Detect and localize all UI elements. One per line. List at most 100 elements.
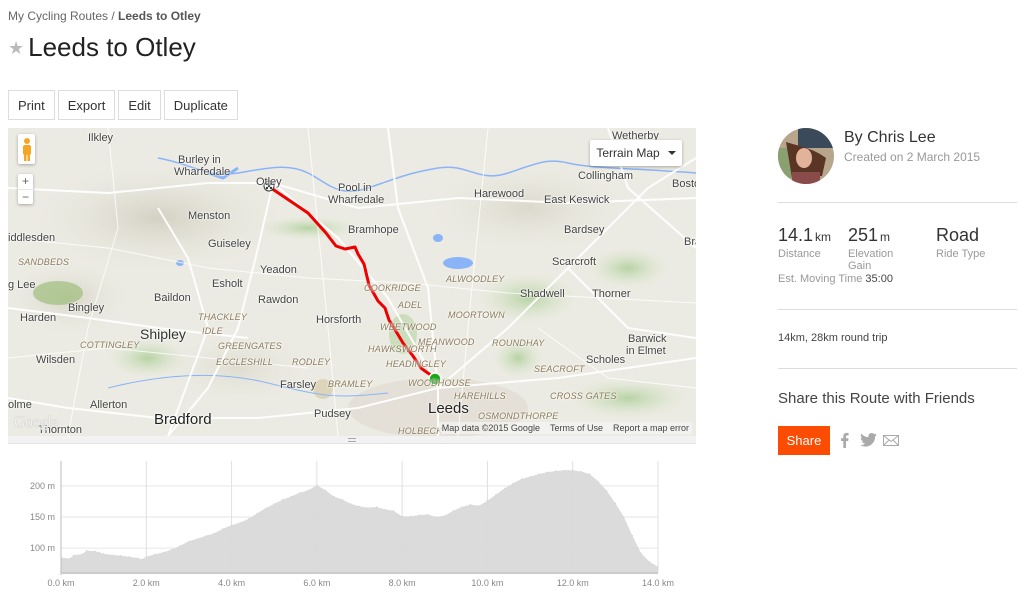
x-tick-label: 4.0 km [218,578,245,588]
map-place-label: Allerton [90,399,128,411]
elevation-point [393,510,395,512]
map-place-label: Guiseley [208,238,251,250]
map-place-label: Bra [684,236,696,248]
breadcrumb-separator: / [108,9,119,23]
map-place-label: Otley [256,176,282,188]
elevation-point [589,473,591,475]
elevation-point [248,518,250,520]
map-place-label: RODLEY [292,357,331,367]
elevation-point [141,558,143,560]
map-place-label: SEACROFT [534,364,585,374]
route-toolbar: Print Export Edit Duplicate [8,90,238,120]
map-place-label: Shipley [140,326,186,342]
map-place-label: Harden [20,312,57,324]
map-place-label: WOODHOUSE [408,378,471,388]
share-button[interactable]: Share [778,426,830,455]
y-tick-label: 200 m [30,481,55,491]
map-place-label: Harewood [474,188,525,200]
created-date: Created on 2 March 2015 [844,150,981,164]
elevation-point [623,516,625,518]
elevation-chart[interactable]: 100 m 150 m 200 m 0.0 km 2.0 km 4.0 km 6.0 km 8… [8,455,698,600]
elevation-point [572,469,574,471]
stat-elevation-value: 251 [848,225,879,245]
elevation-point [435,516,437,518]
map-place-label: in Elmet [626,345,666,357]
x-tick-label: 14.0 km [642,578,674,588]
route-stats: 14.1 km Distance 251 m Elevation Gain Road… [778,225,1005,272]
map-type-dropdown[interactable]: Terrain Map [590,140,682,166]
map-resize-handle[interactable] [8,436,696,444]
elevation-point [94,550,96,552]
map-place-label: iddlesden [8,232,56,244]
elevation-point [171,548,173,550]
elevation-point [520,478,523,480]
elevation-point [162,551,164,554]
divider [778,202,1017,203]
elevation-point [120,555,122,557]
stat-elevation-unit: m [880,230,891,244]
map-place-label: Bradford [154,411,212,428]
zoom-in-button[interactable]: + [18,174,33,189]
map-place-label: IDLE [202,326,223,336]
elevation-point [103,553,105,555]
stat-ride-type-label: Ride Type [936,248,986,260]
elevation-point [98,551,100,554]
elevation-point [452,510,454,512]
elevation-point [486,500,488,502]
facebook-icon[interactable] [838,432,850,448]
map-place-label: Scholes [586,354,626,366]
zoom-out-button[interactable]: − [18,188,33,205]
elevation-point [469,504,471,506]
elevation-point [68,558,71,560]
elevation-point [205,535,207,537]
elevation-point [239,522,241,524]
map-place-label: COOKRIDGE [364,283,421,293]
x-tick-label: 6.0 km [303,578,330,588]
map-place-label: Yeadon [260,264,297,276]
map-place-label: ADEL [398,300,423,310]
map-place-label: Burley in [178,154,221,166]
elevation-point [563,469,565,471]
map-place-label: GREENGATES [218,341,282,351]
elevation-point [580,471,582,473]
map-place-label: Thorner [592,288,631,300]
map-place-label: Wilsden [36,354,76,366]
breadcrumb-current: Leeds to Otley [118,9,201,23]
stat-distance: 14.1 km Distance [778,225,831,272]
elevation-point [145,556,147,558]
email-icon[interactable] [882,432,900,448]
report-map-error-link[interactable]: Report a map error [613,423,689,433]
map-place-label: Bramhope [348,224,399,236]
author-name[interactable]: By Chris Lee [844,129,980,147]
stat-ride-type-value: Road [936,225,980,245]
elevation-point [179,545,181,547]
elevation-point [290,495,292,498]
elevation-point [299,492,301,494]
twitter-icon[interactable] [859,432,877,448]
elevation-point [213,532,216,534]
stat-elevation-label: Elevation Gain [848,248,894,272]
street-view-pegman[interactable] [18,134,35,164]
route-map[interactable]: Ilkley Burley in Wharfedale Otley Pool in Wha… [8,128,696,436]
page-title: Leeds to Otley [28,32,196,62]
map-place-label: HOLBECK [398,426,443,436]
duplicate-button[interactable]: Duplicate [163,90,238,120]
edit-button[interactable]: Edit [118,90,161,120]
star-icon[interactable]: ★ [8,38,24,59]
terms-of-use-link[interactable]: Terms of Use [550,423,603,433]
breadcrumb-my-cycling-routes[interactable]: My Cycling Routes [8,9,108,23]
map-place-label: Rawdon [258,294,299,306]
title-row: ★ Leeds to Otley [8,32,196,63]
avatar[interactable] [778,128,834,184]
map-place-label: SANDBEDS [18,257,70,267]
elevation-point [546,471,548,473]
stat-distance-label: Distance [778,248,821,260]
map-place-label: Leeds [428,400,469,417]
caret-down-icon [667,151,676,155]
print-button[interactable]: Print [8,90,55,120]
map-place-label: Bardsey [564,224,605,236]
export-button[interactable]: Export [57,90,116,120]
elevation-point [111,554,113,556]
map-place-label: ALWOODLEY [446,274,505,284]
y-tick-label: 150 m [30,512,55,522]
